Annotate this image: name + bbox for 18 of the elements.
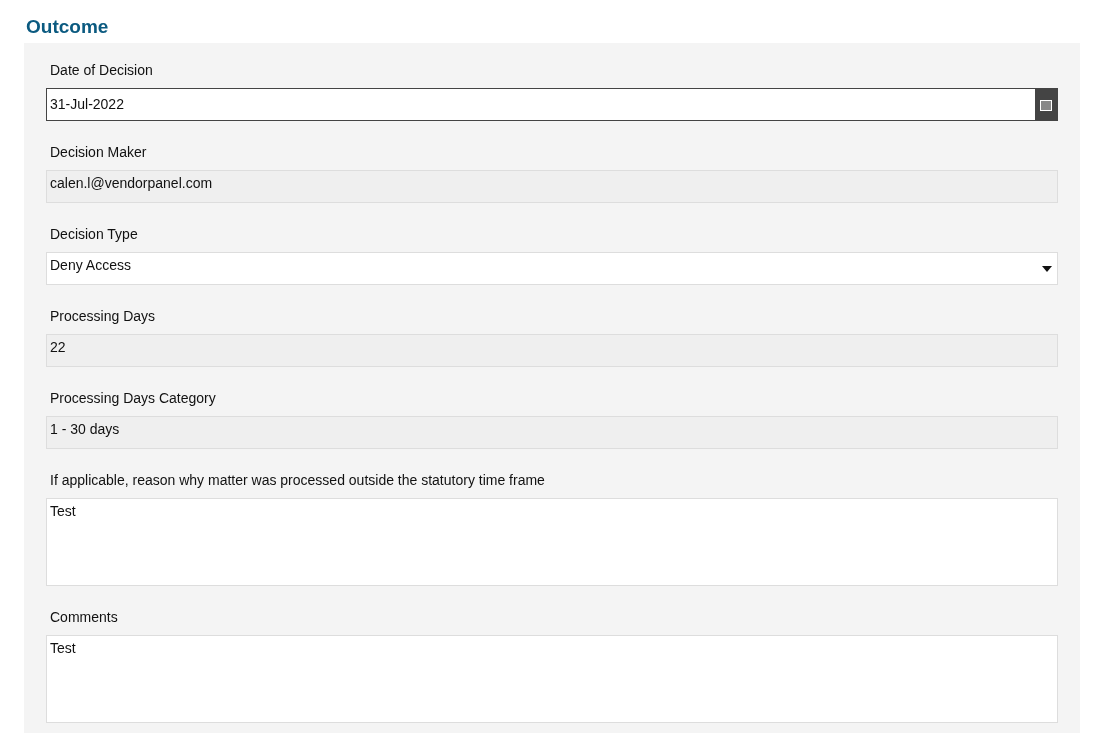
field-label: Decision Type — [49, 225, 138, 243]
readonly-field: 22 — [46, 334, 1058, 367]
readonly-field: calen.l@vendorpanel.com — [46, 170, 1058, 203]
readonly-field: 1 - 30 days — [46, 416, 1058, 449]
field-label: Processing Days — [49, 307, 156, 325]
field-label: Comments — [49, 608, 118, 626]
text-area[interactable]: Test — [46, 635, 1058, 723]
caret-icon — [1042, 266, 1052, 272]
field-label: Decision Maker — [49, 143, 147, 161]
calendar-button[interactable] — [1035, 89, 1057, 120]
field-label: Date of Decision — [49, 61, 153, 79]
section-title: Outcome — [26, 15, 110, 39]
field-label: If applicable, reason why matter was processed outside the statutory time frame — [49, 471, 545, 489]
date-field[interactable]: 31-Jul-2022 — [46, 88, 1058, 121]
text-area[interactable]: Test — [46, 498, 1058, 586]
field-label: Processing Days Category — [49, 389, 216, 407]
select-field[interactable]: Deny Access — [46, 252, 1058, 285]
calendar-icon — [1040, 98, 1052, 111]
